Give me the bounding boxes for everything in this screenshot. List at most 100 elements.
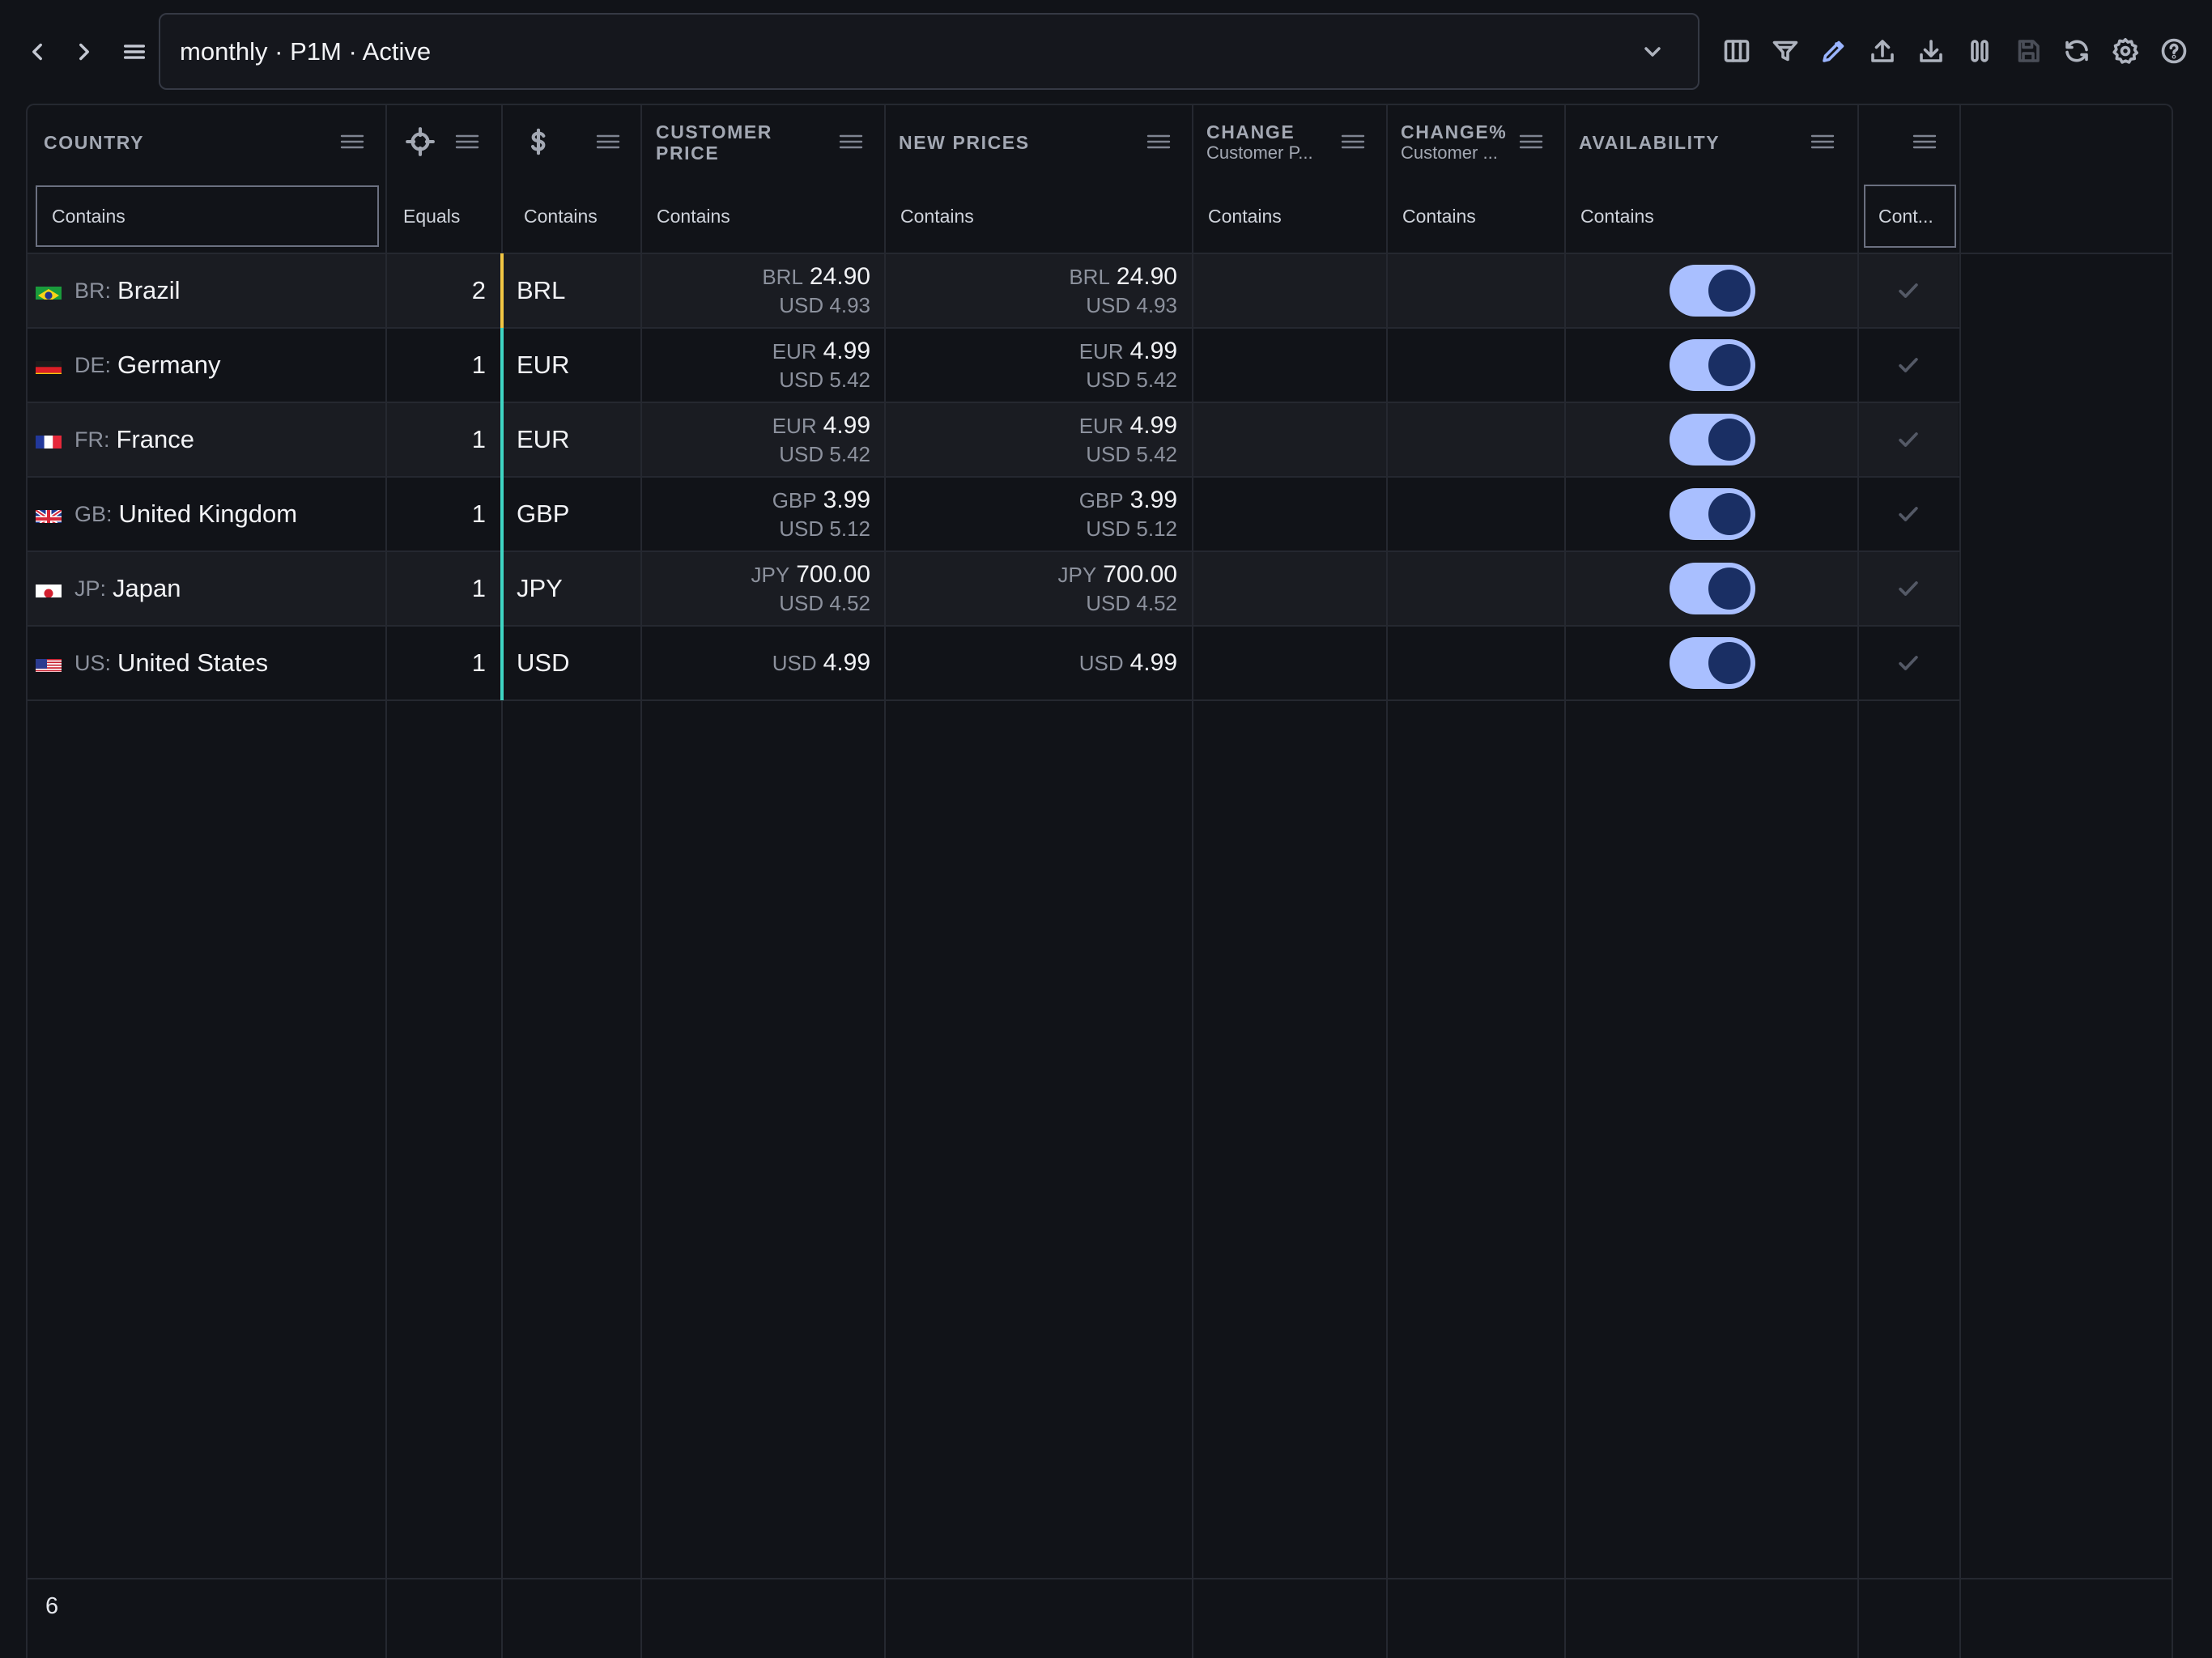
filter-input-change-pct[interactable]: [1388, 179, 1563, 253]
filter-input-last[interactable]: [1864, 185, 1956, 248]
table-row-country[interactable]: GB: United Kingdom: [28, 477, 384, 551]
currency-code[interactable]: EUR: [517, 402, 630, 477]
availability-toggle[interactable]: [1670, 637, 1755, 689]
table-row-country[interactable]: JP: Japan: [28, 551, 384, 626]
upload-button[interactable]: [1862, 31, 1903, 71]
column-menu-icon[interactable]: [1339, 130, 1367, 154]
filter-input-new-prices[interactable]: [886, 179, 1190, 253]
tier-value[interactable]: 1: [387, 477, 486, 551]
column-menu-icon[interactable]: [594, 130, 622, 154]
country-code: GB:: [74, 501, 113, 526]
price-value: 3.99: [1129, 487, 1177, 513]
filter-input-change[interactable]: [1193, 179, 1385, 253]
chevron-right-icon: [79, 43, 89, 61]
column-menu-icon[interactable]: [837, 130, 865, 154]
currency-text: JPY: [517, 574, 563, 602]
price-usd: USD 5.42: [1086, 442, 1177, 466]
column-menu-icon[interactable]: [453, 130, 481, 154]
header-country[interactable]: COUNTRY: [44, 105, 384, 179]
currency-code[interactable]: GBP: [517, 477, 630, 551]
dollar-icon: [523, 126, 554, 157]
check-icon: [1895, 351, 1922, 379]
edit-button[interactable]: [1814, 31, 1854, 71]
help-button[interactable]: [2154, 31, 2194, 71]
customer-price-cell[interactable]: JPY 700.00 USD 4.52: [642, 551, 870, 626]
currency-code[interactable]: USD: [517, 626, 630, 700]
new-price-cell[interactable]: JPY 700.00 USD 4.52: [886, 551, 1177, 626]
availability-toggle[interactable]: [1670, 265, 1755, 317]
customer-price-cell[interactable]: BRL 24.90 USD 4.93: [642, 253, 870, 328]
new-price-cell[interactable]: USD 4.99: [886, 626, 1177, 700]
check-icon: [1895, 575, 1922, 602]
column-menu-icon[interactable]: [1809, 130, 1836, 154]
column-menu-icon[interactable]: [338, 130, 366, 154]
price-currency: BRL: [762, 265, 803, 289]
price-usd: USD 5.42: [1086, 368, 1177, 392]
filter-input-customer-price[interactable]: [642, 179, 883, 253]
header-new-prices[interactable]: NEW PRICES: [899, 105, 1142, 179]
back-button[interactable]: [18, 32, 57, 71]
view-selector[interactable]: monthly · P1M · Active: [159, 13, 1699, 90]
country-name: France: [116, 425, 194, 453]
refresh-button[interactable]: [2057, 31, 2097, 71]
header-availability[interactable]: AVAILABILITY: [1579, 105, 1822, 179]
column-menu-icon[interactable]: [1517, 130, 1545, 154]
filter-input-country[interactable]: [36, 185, 379, 247]
header-change[interactable]: CHANGE Customer P...: [1206, 105, 1360, 179]
download-button[interactable]: [1911, 31, 1951, 71]
table-row-country[interactable]: FR: France: [28, 402, 384, 477]
tier-value[interactable]: 1: [387, 551, 486, 626]
tier-value[interactable]: 1: [387, 402, 486, 477]
new-price-cell[interactable]: EUR 4.99 USD 5.42: [886, 402, 1177, 477]
filter-input-tier[interactable]: [387, 179, 500, 253]
header-customer-price[interactable]: CUSTOMER PRICE: [656, 105, 866, 179]
price-currency: EUR: [772, 339, 817, 363]
column-menu-icon[interactable]: [1911, 130, 1938, 154]
table-row-country[interactable]: DE: Germany: [28, 328, 384, 402]
currency-code[interactable]: BRL: [517, 253, 630, 328]
customer-price-cell[interactable]: EUR 4.99 USD 5.42: [642, 402, 870, 477]
filter-button[interactable]: [1765, 31, 1806, 71]
new-price-cell[interactable]: BRL 24.90 USD 4.93: [886, 253, 1177, 328]
currency-code[interactable]: EUR: [517, 328, 630, 402]
menu-button[interactable]: [115, 32, 154, 71]
top-toolbar: monthly · P1M · Active: [0, 0, 2212, 102]
table-row-country[interactable]: BR: Brazil: [28, 253, 384, 328]
price-currency: JPY: [1057, 563, 1097, 587]
tier-value[interactable]: 1: [387, 626, 486, 700]
new-price-cell[interactable]: GBP 3.99 USD 5.12: [886, 477, 1177, 551]
flag-united-states-icon: [36, 654, 62, 672]
availability-toggle[interactable]: [1670, 563, 1755, 614]
customer-price-cell[interactable]: GBP 3.99 USD 5.12: [642, 477, 870, 551]
tier-value[interactable]: 1: [387, 328, 486, 402]
customer-price-cell[interactable]: EUR 4.99 USD 5.42: [642, 328, 870, 402]
save-button[interactable]: [2008, 31, 2048, 71]
price-currency: EUR: [1078, 339, 1124, 363]
forward-button[interactable]: [65, 32, 104, 71]
filter-input-currency[interactable]: [503, 179, 639, 253]
filter-input-availability[interactable]: [1566, 179, 1856, 253]
customer-price-cell[interactable]: USD 4.99: [642, 626, 870, 700]
price-value: 4.99: [823, 338, 870, 364]
table-row-country[interactable]: US: United States: [28, 626, 384, 700]
availability-toggle[interactable]: [1670, 414, 1755, 466]
settings-button[interactable]: [2105, 31, 2146, 71]
new-price-cell[interactable]: EUR 4.99 USD 5.42: [886, 328, 1177, 402]
filter-cell-change: [1193, 179, 1385, 253]
country-code: FR:: [74, 427, 110, 452]
price-currency: USD: [772, 651, 817, 675]
pause-button[interactable]: [1959, 31, 2000, 71]
tier-text: 1: [471, 574, 486, 602]
columns-button[interactable]: [1716, 31, 1757, 71]
availability-toggle[interactable]: [1670, 488, 1755, 540]
column-menu-icon[interactable]: [1145, 130, 1172, 154]
header-change-pct[interactable]: CHANGE% Customer ...: [1401, 105, 1522, 179]
price-usd: USD 5.12: [1086, 517, 1177, 541]
availability-toggle[interactable]: [1670, 339, 1755, 391]
price-value: 4.99: [823, 649, 870, 676]
header-new-prices-label: NEW PRICES: [899, 131, 1030, 153]
tier-value[interactable]: 2: [387, 253, 486, 328]
filter-cell-change-pct: [1388, 179, 1563, 253]
currency-code[interactable]: JPY: [517, 551, 630, 626]
tier-text: 2: [471, 276, 486, 304]
